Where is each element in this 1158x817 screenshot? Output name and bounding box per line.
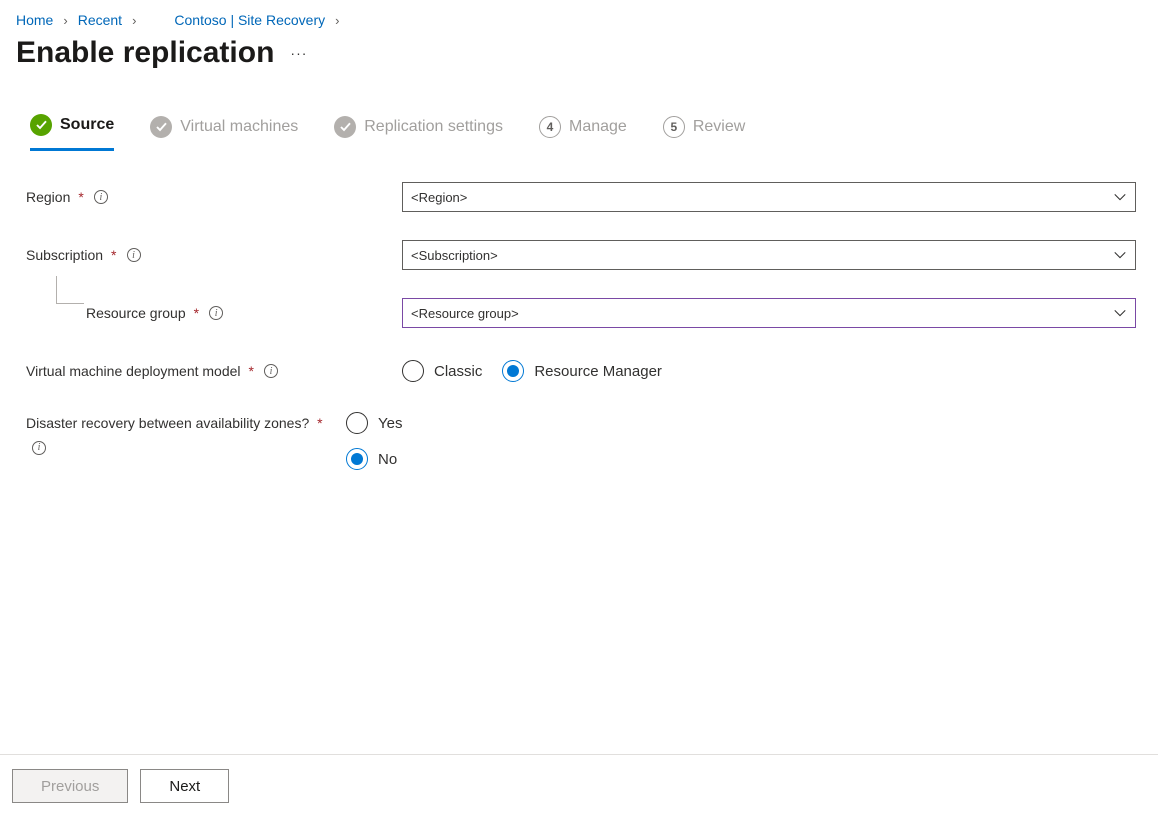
radio-icon <box>402 360 424 382</box>
breadcrumb-recent[interactable]: Recent <box>78 12 122 28</box>
breadcrumb: Home › Recent › Contoso | Site Recovery … <box>0 0 1158 28</box>
tab-label: Replication settings <box>364 118 503 136</box>
radio-dr-yes[interactable]: Yes <box>346 412 402 434</box>
label-subscription: Subscription * i <box>26 247 402 263</box>
radio-icon <box>502 360 524 382</box>
required-marker: * <box>111 247 116 263</box>
select-value: <Subscription> <box>411 248 498 263</box>
resource-group-select[interactable]: <Resource group> <box>402 298 1136 328</box>
connector-line-icon <box>56 276 84 304</box>
info-icon[interactable]: i <box>264 364 278 378</box>
required-marker: * <box>78 189 83 205</box>
radio-resource-manager[interactable]: Resource Manager <box>502 360 662 382</box>
check-icon <box>334 116 356 138</box>
chevron-right-icon: › <box>335 13 339 28</box>
tab-label: Source <box>60 116 114 134</box>
select-value: <Region> <box>411 190 467 205</box>
row-disaster-recovery: Disaster recovery between availability z… <box>26 412 1136 470</box>
tab-virtual-machines[interactable]: Virtual machines <box>150 114 298 151</box>
required-marker: * <box>317 415 322 431</box>
tabs: Source Virtual machines Replication sett… <box>0 94 1158 152</box>
disaster-recovery-radio-group: Yes No <box>346 412 1082 470</box>
radio-classic[interactable]: Classic <box>402 360 482 382</box>
label-disaster-recovery: Disaster recovery between availability z… <box>26 412 346 457</box>
breadcrumb-home[interactable]: Home <box>16 12 53 28</box>
form: Region * i <Region> Subscription * i <Su… <box>0 152 1158 470</box>
row-deployment-model: Virtual machine deployment model * i Cla… <box>26 354 1136 388</box>
tab-label: Manage <box>569 118 627 136</box>
info-icon[interactable]: i <box>32 441 46 455</box>
label-region: Region * i <box>26 189 402 205</box>
row-subscription: Subscription * i <Subscription> <box>26 238 1136 272</box>
tab-review[interactable]: 5 Review <box>663 114 745 151</box>
subscription-select[interactable]: <Subscription> <box>402 240 1136 270</box>
page-header: Enable replication ··· <box>0 28 1158 94</box>
region-select[interactable]: <Region> <box>402 182 1136 212</box>
info-icon[interactable]: i <box>209 306 223 320</box>
previous-button[interactable]: Previous <box>12 769 128 803</box>
page-title: Enable replication <box>16 36 274 70</box>
chevron-down-icon <box>1113 248 1127 262</box>
row-region: Region * i <Region> <box>26 180 1136 214</box>
tab-replication-settings[interactable]: Replication settings <box>334 114 503 151</box>
tab-label: Review <box>693 118 745 136</box>
info-icon[interactable]: i <box>127 248 141 262</box>
radio-dr-no[interactable]: No <box>346 448 397 470</box>
row-resource-group: Resource group * i <Resource group> <box>26 296 1136 330</box>
info-icon[interactable]: i <box>94 190 108 204</box>
check-icon <box>150 116 172 138</box>
label-deployment-model: Virtual machine deployment model * i <box>26 363 402 379</box>
footer: Previous Next <box>0 754 1158 817</box>
radio-icon <box>346 448 368 470</box>
label-resource-group: Resource group * i <box>26 305 402 321</box>
step-number-icon: 5 <box>663 116 685 138</box>
chevron-down-icon <box>1113 306 1127 320</box>
radio-icon <box>346 412 368 434</box>
next-button[interactable]: Next <box>140 769 229 803</box>
chevron-right-icon: › <box>63 13 67 28</box>
deployment-model-radio-group: Classic Resource Manager <box>402 360 1136 382</box>
required-marker: * <box>249 363 254 379</box>
required-marker: * <box>194 305 199 321</box>
tab-source[interactable]: Source <box>30 114 114 151</box>
select-value: <Resource group> <box>411 306 519 321</box>
step-number-icon: 4 <box>539 116 561 138</box>
tab-manage[interactable]: 4 Manage <box>539 114 627 151</box>
chevron-right-icon: › <box>132 13 136 28</box>
breadcrumb-site-recovery[interactable]: Contoso | Site Recovery <box>174 12 325 28</box>
chevron-down-icon <box>1113 190 1127 204</box>
more-actions-icon[interactable]: ··· <box>290 45 307 61</box>
tab-label: Virtual machines <box>180 118 298 136</box>
check-icon <box>30 114 52 136</box>
